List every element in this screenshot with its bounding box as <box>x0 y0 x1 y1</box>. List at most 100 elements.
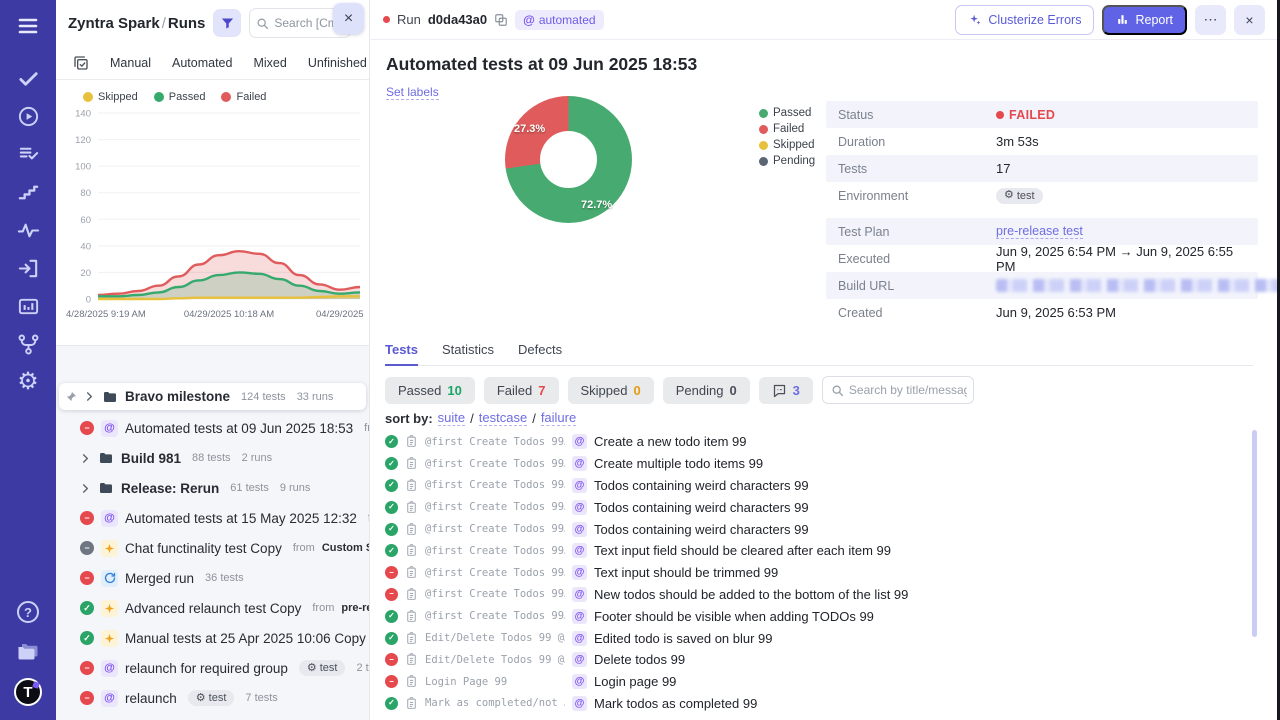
test-title: Create a new todo item 99 <box>594 434 746 449</box>
from-label: from <box>293 542 315 554</box>
legend-item-failed[interactable]: Failed <box>221 91 266 103</box>
test-row[interactable]: ✓@first Create Todos 99…@Todos containin… <box>385 496 1247 518</box>
more-button[interactable]: ⋯ <box>1195 5 1226 35</box>
test-row[interactable]: ✓@first Create Todos 99…@Create multiple… <box>385 453 1247 475</box>
test-row[interactable]: ✓@first Create Todos 99…@Footer should b… <box>385 605 1247 627</box>
steps-icon[interactable] <box>10 174 46 210</box>
test-row[interactable]: −@first Create Todos 99…@New todos shoul… <box>385 584 1247 606</box>
sort-by-suite[interactable]: suite <box>438 410 465 426</box>
tests-search-input[interactable] <box>849 383 967 397</box>
history-chart: 0204060801001201404/28/2025 9:19 AM04/29… <box>62 105 369 332</box>
help-icon[interactable]: ? <box>10 594 46 630</box>
test-plan-link[interactable]: pre-release test <box>996 224 1083 239</box>
tab-unfinished[interactable]: Unfinished <box>308 56 367 70</box>
legend-item-passed[interactable]: Passed <box>759 107 815 119</box>
chevron-right-icon[interactable] <box>80 483 91 494</box>
environment-badge: ⚙test <box>188 690 235 706</box>
legend-item-skipped[interactable]: Skipped <box>759 139 815 151</box>
branch-icon[interactable] <box>10 326 46 362</box>
legend-label: Failed <box>773 123 804 135</box>
legend-item-pending[interactable]: Pending <box>759 155 815 167</box>
failed-filter-chip[interactable]: Failed7 <box>484 377 559 404</box>
tab-mixed[interactable]: Mixed <box>253 56 286 70</box>
runs-panel: Zyntra Spark/Runs × Manual Automated Mix… <box>56 0 370 720</box>
sort-by-testcase[interactable]: testcase <box>479 410 527 426</box>
automated-icon: @ <box>572 434 587 449</box>
run-title: Automated tests at 09 Jun 2025 18:53 <box>386 54 1277 75</box>
test-row[interactable]: ✓@first Create Todos 99…@Todos containin… <box>385 475 1247 497</box>
test-suite: @first Create Todos 99… <box>425 523 565 535</box>
sort-by-failure[interactable]: failure <box>541 410 576 426</box>
copy-icon[interactable] <box>494 13 508 27</box>
comments-filter-chip[interactable]: 3 <box>759 377 813 404</box>
svg-text:140: 140 <box>75 109 91 120</box>
analytics-icon[interactable] <box>10 288 46 324</box>
clusterize-errors-button[interactable]: Clusterize Errors <box>955 5 1094 35</box>
run-row[interactable]: −@Automated tests at 09 Jun 2025 18:53fr… <box>56 413 369 443</box>
legend-label: Passed <box>169 91 206 103</box>
set-labels-link[interactable]: Set labels <box>386 85 439 100</box>
close-run-button[interactable]: × <box>1234 5 1265 35</box>
automated-icon: @ <box>572 522 587 537</box>
test-title: Todos containing weird characters 99 <box>594 478 809 493</box>
skipped-filter-chip[interactable]: Skipped0 <box>568 377 654 404</box>
folder-icon <box>102 389 118 405</box>
app-logo[interactable]: T <box>10 674 46 710</box>
test-row[interactable]: ✓@first Create Todos 99…@Create a new to… <box>385 431 1247 453</box>
legend-item-passed[interactable]: Passed <box>154 91 206 103</box>
clipboard-icon <box>405 435 418 448</box>
test-row[interactable]: ✓@first Create Todos 99…@Text input fiel… <box>385 540 1247 562</box>
legend-dot <box>759 125 768 134</box>
gear-icon[interactable]: ⚙ <box>10 364 46 400</box>
test-row[interactable]: ✓Mark as completed/not …@Mark todos as c… <box>385 693 1247 715</box>
test-row[interactable]: −Edit/Delete Todos 99 @…@Delete todos 99 <box>385 649 1247 671</box>
run-row[interactable]: −@relaunch for required group⚙test2 test… <box>56 653 369 683</box>
tests-search[interactable] <box>822 376 974 404</box>
select-all-icon[interactable] <box>73 55 89 71</box>
failed-status-icon: − <box>80 661 94 675</box>
run-row[interactable]: −Merged run36 tests <box>56 563 369 593</box>
detail-row: CreatedJun 9, 2025 6:53 PM <box>826 299 1258 326</box>
tab-automated[interactable]: Automated <box>172 56 232 70</box>
test-row[interactable]: −Login Page 99@Login page 99 <box>385 671 1247 693</box>
run-name: relaunch for required group <box>125 661 288 676</box>
check-icon[interactable] <box>10 60 46 96</box>
run-row[interactable]: −@relaunch⚙test7 tests <box>56 683 369 713</box>
automated-badge[interactable]: @automated <box>515 10 603 30</box>
pending-filter-chip[interactable]: Pending0 <box>663 377 750 404</box>
folder-row[interactable]: Release: Rerun61 tests9 runs <box>56 473 369 503</box>
tab-statistics[interactable]: Statistics <box>442 342 494 357</box>
chevron-right-icon[interactable] <box>80 453 91 464</box>
folder-row[interactable]: Bravo milestone124 tests33 runs <box>59 383 366 410</box>
legend-item-skipped[interactable]: Skipped <box>83 91 138 103</box>
folders-icon[interactable] <box>10 634 46 670</box>
run-row[interactable]: ✓Advanced relaunch test Copyfrompre-rele… <box>56 593 369 623</box>
scrollbar-thumb[interactable] <box>1252 430 1257 637</box>
failed-status-icon: − <box>385 566 398 579</box>
menu-icon[interactable] <box>10 8 46 44</box>
chevron-right-icon[interactable] <box>84 391 95 402</box>
sign-in-icon[interactable] <box>10 250 46 286</box>
legend-dot <box>759 157 768 166</box>
runs-list-icon[interactable] <box>10 136 46 172</box>
tab-tests[interactable]: Tests <box>385 342 418 357</box>
play-circle-icon[interactable] <box>10 98 46 134</box>
test-row[interactable]: −@first Create Todos 99…@Text input shou… <box>385 562 1247 584</box>
run-row[interactable]: −@Automated tests at 15 May 2025 12:32fr… <box>56 503 369 533</box>
legend-item-failed[interactable]: Failed <box>759 123 815 135</box>
report-button[interactable]: Report <box>1102 5 1187 35</box>
tab-defects[interactable]: Defects <box>518 342 562 357</box>
filter-button[interactable] <box>213 9 241 37</box>
tab-manual[interactable]: Manual <box>110 56 151 70</box>
passed-filter-chip[interactable]: Passed10 <box>385 377 475 404</box>
run-meta: 7 tests <box>245 692 277 704</box>
test-row[interactable]: ✓Edit/Delete Todos 99 @…@Edited todo is … <box>385 627 1247 649</box>
pulse-icon[interactable] <box>10 212 46 248</box>
test-row[interactable]: ✓@first Create Todos 99…@Todos containin… <box>385 518 1247 540</box>
panel-close-button[interactable]: × <box>333 3 364 34</box>
run-row[interactable]: ✓Manual tests at 25 Apr 2025 10:06 Copyf… <box>56 623 369 653</box>
failed-status-icon: − <box>80 571 94 585</box>
run-row[interactable]: −Chat functinality test CopyfromCustom S… <box>56 533 369 563</box>
folder-row[interactable]: Build 98188 tests2 runs <box>56 443 369 473</box>
run-meta: 124 tests <box>241 391 286 403</box>
